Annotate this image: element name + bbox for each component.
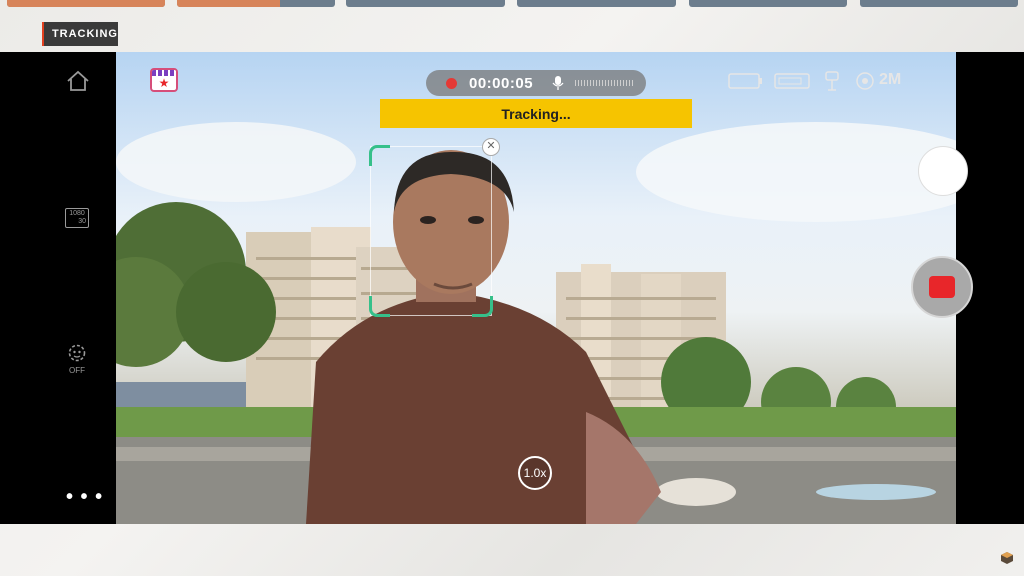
- tag-accent-bar: [42, 22, 44, 46]
- tracker-corner-bl: [369, 296, 390, 317]
- face-tracking-state: OFF: [69, 366, 85, 375]
- tracker-close-icon[interactable]: ✕: [482, 138, 500, 156]
- stabilizer-icon: [856, 72, 874, 90]
- progress-segment-4: [517, 0, 676, 7]
- tracker-corner-br: [472, 296, 493, 317]
- resolution-bottom: 30: [78, 218, 86, 225]
- app-logo-icon[interactable]: ★: [150, 68, 178, 92]
- recording-dot: [446, 77, 457, 89]
- video-chapter-progress: [0, 0, 1024, 8]
- tripod-icon: [825, 71, 839, 91]
- status-icons: 2M: [727, 70, 907, 92]
- stop-icon: [929, 276, 955, 298]
- record-button[interactable]: [911, 256, 973, 318]
- section-tag-label: TRACKING: [51, 28, 118, 40]
- home-icon[interactable]: [66, 70, 90, 92]
- progress-segment-6: [860, 0, 1018, 7]
- tracker-corner-tl: [369, 145, 390, 166]
- phone-screen: 1080 30 OFF • • • ✕ ★ 00:00:05 Tracking.…: [0, 52, 1024, 524]
- recording-time: 00:00:05: [469, 74, 534, 92]
- more-options-button[interactable]: • • •: [66, 486, 103, 509]
- resolution-icon[interactable]: 1080 30: [65, 208, 89, 228]
- face-tracking-icon: [68, 344, 86, 362]
- progress-segment-2: [177, 0, 335, 7]
- cube-logo-icon: [1001, 552, 1013, 564]
- recording-timer: 00:00:05: [426, 70, 646, 96]
- status-text: 2M: [879, 71, 902, 88]
- battery-icon: [728, 73, 762, 89]
- face-tracking-toggle[interactable]: OFF: [64, 344, 92, 375]
- photo-shutter-button[interactable]: [918, 146, 968, 196]
- face-tracking-box[interactable]: ✕: [369, 138, 500, 317]
- progress-segment-1: [7, 0, 165, 7]
- resolution-top: 1080: [69, 210, 85, 217]
- tracking-banner: Tracking...: [380, 99, 692, 128]
- audio-level-meter: [575, 80, 636, 86]
- microphone-icon: [552, 76, 564, 90]
- section-tag: TRACKING: [42, 22, 118, 46]
- progress-segment-3: [346, 0, 505, 7]
- left-control-rail: 1080 30 OFF • • •: [0, 52, 116, 524]
- progress-segment-5: [689, 0, 847, 7]
- card-icon: [774, 73, 810, 89]
- zoom-button[interactable]: 1.0x: [518, 456, 552, 490]
